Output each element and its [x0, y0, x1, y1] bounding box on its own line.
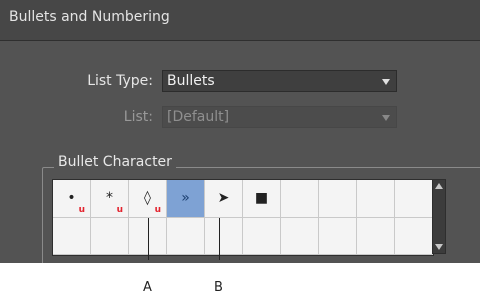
- list-dropdown: [Default]: [162, 106, 397, 128]
- bullet-cell[interactable]: [395, 180, 433, 218]
- unicode-badge-icon: u: [78, 204, 85, 215]
- callout-b-label: B: [214, 280, 223, 295]
- bullet-cell[interactable]: [357, 180, 395, 218]
- list-type-value: Bullets: [167, 73, 215, 89]
- bullet-cell[interactable]: [205, 217, 243, 255]
- bullet-cell[interactable]: [91, 217, 129, 255]
- bullet-glyph: ➤: [217, 190, 230, 207]
- bullet-cell[interactable]: [319, 180, 357, 218]
- list-type-label: List Type:: [87, 73, 153, 89]
- list-value: [Default]: [167, 109, 230, 125]
- bullet-grid-scrollbar[interactable]: [432, 179, 446, 254]
- bullet-cell[interactable]: »: [167, 180, 205, 218]
- dialog-title: Bullets and Numbering: [9, 9, 170, 25]
- list-label: List:: [123, 109, 153, 125]
- scroll-down-icon[interactable]: [435, 244, 443, 250]
- bullet-glyph: ■: [254, 190, 269, 207]
- chevron-down-icon: [382, 79, 390, 85]
- callout-a-line: [148, 218, 149, 260]
- bullet-glyph: •: [67, 190, 76, 207]
- scroll-up-icon[interactable]: [435, 183, 443, 189]
- dialog-titlebar[interactable]: Bullets and Numbering: [0, 0, 480, 41]
- bullet-cell[interactable]: [357, 217, 395, 255]
- bullet-cell[interactable]: [319, 217, 357, 255]
- callout-b-line: [219, 218, 220, 260]
- unicode-badge-icon: u: [116, 204, 123, 215]
- bullet-cell[interactable]: [281, 180, 319, 218]
- chevron-down-icon: [382, 115, 390, 121]
- bullet-glyph: ◊: [144, 190, 151, 207]
- bullet-cell[interactable]: [243, 217, 281, 255]
- bullet-cell[interactable]: • u: [53, 180, 91, 218]
- bullet-cell[interactable]: [281, 217, 319, 255]
- bullet-cell[interactable]: ◊ u: [129, 180, 167, 218]
- bullet-cell[interactable]: ➤: [205, 180, 243, 218]
- bullet-cell[interactable]: [53, 217, 91, 255]
- bullet-cell[interactable]: [395, 217, 433, 255]
- bullet-character-grid: • u * u ◊ u» ➤ ■: [52, 179, 434, 256]
- list-type-dropdown[interactable]: Bullets: [162, 70, 397, 92]
- bullet-character-legend: Bullet Character: [54, 154, 176, 170]
- callout-a-label: A: [143, 280, 152, 295]
- bullet-cell[interactable]: * u: [91, 180, 129, 218]
- bullets-and-numbering-dialog: Bullets and Numbering List Type: Bullets…: [0, 0, 480, 263]
- bullet-cell[interactable]: [167, 217, 205, 255]
- bullet-glyph: *: [106, 190, 113, 207]
- bullet-glyph: »: [181, 190, 190, 207]
- unicode-badge-icon: u: [154, 204, 161, 215]
- bullet-cell[interactable]: ■: [243, 180, 281, 218]
